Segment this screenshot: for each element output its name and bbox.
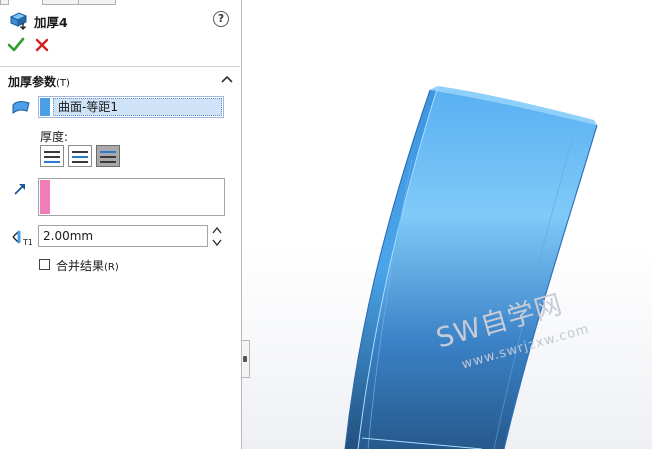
thickened-surface-model[interactable] bbox=[242, 0, 652, 449]
spin-up-icon[interactable] bbox=[212, 226, 222, 235]
direction-arrow-icon bbox=[14, 184, 25, 195]
graphics-viewport[interactable]: SW自学网 www.swrjzxw.com bbox=[242, 0, 652, 449]
section-shortcut: (T) bbox=[56, 78, 70, 89]
feature-title: 加厚4 bbox=[34, 15, 68, 30]
thickness-side-label: 厚度: bbox=[40, 130, 69, 144]
selection-color-swatch bbox=[40, 98, 50, 116]
tab-configuration-manager[interactable] bbox=[78, 0, 116, 5]
panel-tabs bbox=[0, 0, 241, 5]
selected-face-item[interactable]: 曲面-等距1 bbox=[53, 98, 222, 116]
tab-feature-tree[interactable] bbox=[0, 0, 9, 5]
direction-selection-box[interactable] bbox=[38, 178, 225, 216]
thicken-side-1-button[interactable] bbox=[40, 145, 64, 167]
merge-result-checkbox[interactable] bbox=[39, 259, 50, 270]
svg-text:T1: T1 bbox=[22, 238, 32, 247]
thickness-dimension-icon: T1 bbox=[12, 230, 32, 247]
property-manager-panel: 加厚4 ? 加厚参数(T) 曲面-等距1 厚度: T1 2.00mm 合并结果(… bbox=[0, 0, 242, 449]
thicken-both-sides-button[interactable] bbox=[68, 145, 92, 167]
spin-down-icon[interactable] bbox=[212, 238, 222, 247]
merge-result-label[interactable]: 合并结果(R) bbox=[56, 257, 119, 274]
thickness-input[interactable]: 2.00mm bbox=[38, 225, 208, 247]
selection-color-swatch bbox=[40, 180, 50, 214]
help-icon[interactable]: ? bbox=[213, 11, 229, 27]
chevron-up-icon[interactable] bbox=[220, 74, 234, 84]
panel-splitter-handle[interactable] bbox=[242, 340, 250, 378]
face-to-thicken-list[interactable]: 曲面-等距1 bbox=[38, 96, 224, 118]
close-icon[interactable] bbox=[34, 37, 50, 53]
divider bbox=[0, 66, 240, 67]
tab-property-manager[interactable] bbox=[42, 0, 80, 5]
checkmark-icon[interactable] bbox=[7, 36, 25, 54]
thicken-side-2-button[interactable] bbox=[96, 145, 120, 167]
section-title: 加厚参数(T) bbox=[8, 75, 70, 89]
splitter-grip-icon bbox=[243, 356, 247, 362]
thicken-feature-icon bbox=[9, 12, 28, 30]
surface-select-icon bbox=[12, 101, 30, 114]
feature-title-row: 加厚4 ? bbox=[0, 8, 241, 32]
section-header-thicken-parameters[interactable]: 加厚参数(T) bbox=[0, 68, 241, 92]
